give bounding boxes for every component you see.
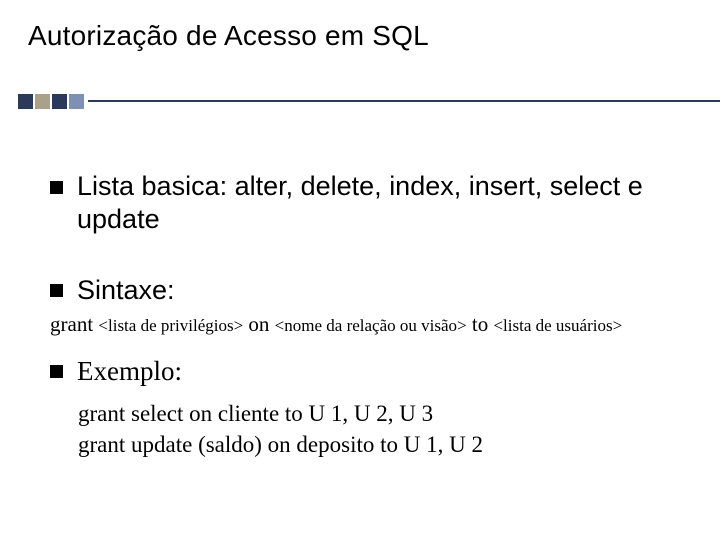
horizontal-rule [88,100,720,102]
bullet-text: Lista basica: alter, delete, index, inse… [77,170,680,236]
syntax-keyword-on: on [248,312,269,336]
syntax-placeholder-relation: <nome da relação ou visão> [275,316,467,335]
bullet-text: Exemplo: [77,355,182,387]
example-block: grant select on cliente to U 1, U 2, U 3… [78,398,680,460]
bullet-icon [50,181,63,194]
square-icon [18,94,33,109]
page-title: Autorização de Acesso em SQL [28,20,429,52]
slide: Autorização de Acesso em SQL Lista basic… [0,0,720,540]
square-icon [35,94,50,109]
syntax-line: grant <lista de privilégios> on <nome da… [50,312,680,337]
bullet-icon [50,365,63,378]
example-line-1: grant select on cliente to U 1, U 2, U 3 [78,398,680,429]
syntax-placeholder-privileges: <lista de privilégios> [98,316,243,335]
bullet-lista: Lista basica: alter, delete, index, inse… [50,170,680,236]
syntax-keyword-grant: grant [50,312,93,336]
syntax-keyword-to: to [472,312,488,336]
square-icon [69,94,84,109]
bullet-exemplo: Exemplo: [50,355,680,387]
bullet-text: Sintaxe: [77,274,175,306]
bullet-sintaxe: Sintaxe: [50,274,680,306]
decorative-band [0,86,720,116]
example-line-2: grant update (saldo) on deposito to U 1,… [78,429,680,460]
content-area: Lista basica: alter, delete, index, inse… [50,170,680,460]
bullet-icon [50,284,63,297]
square-icon [52,94,67,109]
square-row [18,94,84,109]
syntax-placeholder-users: <lista de usuários> [493,316,622,335]
